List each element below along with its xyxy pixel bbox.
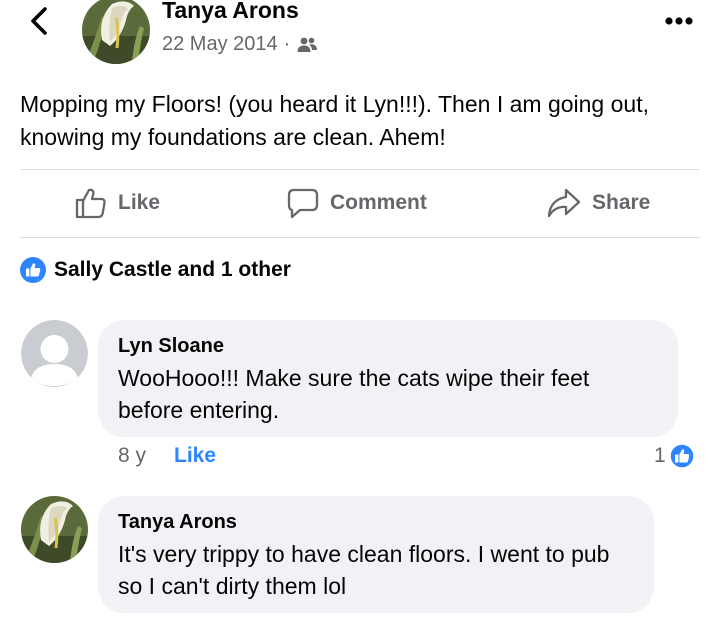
like-button[interactable]: Like	[74, 184, 160, 222]
like-badge-icon	[20, 257, 46, 283]
comment-text: It's very trippy to have clean floors. I…	[118, 541, 610, 599]
comment-meta: 8 y Like	[118, 444, 216, 468]
chevron-left-icon[interactable]	[26, 4, 52, 38]
reactions-summary-text: Sally Castle and 1 other	[54, 258, 291, 281]
post-meta: 22 May 2014 ·	[162, 33, 318, 56]
comment-label: Comment	[330, 191, 427, 214]
comment-bubble-icon	[287, 188, 319, 219]
divider	[20, 169, 700, 170]
reactions-summary[interactable]: Sally Castle and 1 other	[20, 257, 291, 283]
comment-age: 8 y	[118, 444, 147, 467]
comment-bubble: Lyn Sloane WooHooo!!! Make sure the cats…	[98, 320, 678, 437]
post-text: Mopping my Floors! (you heard it Lyn!!!)…	[20, 91, 649, 150]
comment-reaction-number: 1	[654, 444, 666, 467]
meta-separator: ·	[283, 33, 291, 55]
commenter-name[interactable]: Tanya Arons	[118, 508, 634, 536]
comment-button[interactable]: Comment	[286, 184, 427, 222]
commenter-avatar[interactable]	[21, 320, 88, 387]
like-badge-icon	[668, 443, 695, 469]
divider	[20, 237, 700, 238]
commenter-name[interactable]: Lyn Sloane	[118, 332, 658, 360]
more-dots-icon[interactable]	[664, 14, 694, 28]
thumbs-up-icon	[75, 188, 106, 219]
comment-reaction-count[interactable]: 1	[654, 443, 695, 469]
comment-text: WooHooo!!! Make sure the cats wipe their…	[118, 365, 590, 423]
author-name[interactable]: Tanya Arons	[162, 0, 299, 24]
share-arrow-icon	[547, 188, 581, 218]
like-label: Like	[118, 191, 161, 214]
post-date[interactable]: 22 May 2014	[162, 33, 278, 56]
comment-bubble: Tanya Arons It's very trippy to have cle…	[98, 496, 654, 613]
commenter-avatar[interactable]	[21, 496, 88, 563]
comment-like-button[interactable]: Like	[174, 444, 216, 468]
friends-icon	[297, 37, 318, 52]
share-label: Share	[592, 191, 651, 214]
share-button[interactable]: Share	[546, 184, 650, 222]
author-avatar[interactable]	[82, 0, 150, 64]
